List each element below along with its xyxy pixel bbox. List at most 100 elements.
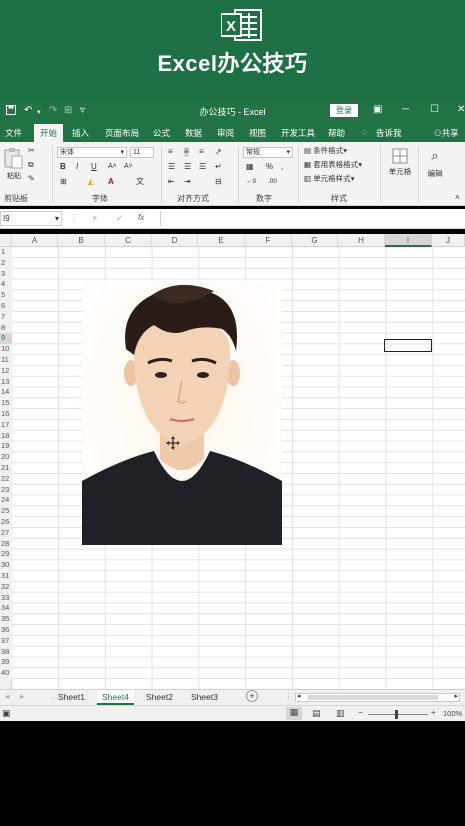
paste-button[interactable]: 粘贴 — [3, 147, 25, 187]
column-header[interactable]: C — [105, 234, 152, 247]
row-header[interactable]: 27 — [0, 527, 12, 539]
align-center-icon[interactable]: ☰ — [184, 162, 191, 172]
column-header[interactable]: H — [338, 234, 385, 247]
row-header[interactable]: 39 — [0, 657, 12, 669]
page-break-view-icon[interactable]: ▥ — [336, 708, 345, 719]
name-box[interactable]: I9 ▾ — [0, 211, 62, 226]
page-layout-view-icon[interactable]: ▤ — [312, 708, 321, 719]
cell-styles-button[interactable]: ▥ 单元格样式▾ — [304, 174, 354, 184]
borders-icon[interactable]: ⊞ — [60, 177, 67, 187]
row-header[interactable]: 2 — [0, 257, 12, 269]
conditional-format-button[interactable]: ▤ 条件格式▾ — [304, 146, 347, 156]
align-middle-icon[interactable]: ≡ — [184, 147, 189, 157]
tab-home[interactable]: 开始 — [34, 124, 64, 142]
row-header[interactable]: 11 — [0, 355, 12, 366]
minimize-icon[interactable]: ─ — [402, 104, 409, 116]
horizontal-scrollbar[interactable]: ◂ ▸ — [295, 693, 460, 702]
font-color-icon[interactable]: A — [108, 177, 114, 187]
format-painter-icon[interactable]: ✎ — [28, 174, 35, 184]
format-as-table-button[interactable]: ▦ 套用表格格式▾ — [304, 160, 362, 170]
align-right-icon[interactable]: ☰ — [199, 162, 206, 172]
align-left-icon[interactable]: ☰ — [168, 162, 175, 172]
row-header[interactable]: 3 — [0, 268, 12, 280]
fill-color-icon[interactable]: ◭ — [88, 177, 94, 187]
collapse-ribbon-icon[interactable]: ˄ — [455, 193, 460, 203]
zoom-in-icon[interactable]: + — [431, 708, 436, 717]
row-header[interactable]: 34 — [0, 603, 12, 615]
row-header[interactable]: 21 — [0, 463, 12, 474]
shrink-font-icon[interactable]: A˅ — [124, 162, 133, 172]
login-button[interactable]: 登录 — [330, 104, 358, 117]
split-handle-icon[interactable]: ⋮ — [284, 691, 293, 702]
row-header[interactable]: 24 — [0, 495, 12, 507]
wrap-text-icon[interactable]: ↵ — [215, 162, 222, 172]
underline-button[interactable]: U — [91, 162, 97, 172]
row-header[interactable]: 12 — [0, 365, 12, 377]
row-header[interactable]: 20 — [0, 452, 12, 463]
accounting-format-icon[interactable]: ▦ — [246, 162, 254, 172]
tab-view[interactable]: 视图 — [249, 127, 266, 139]
increase-indent-icon[interactable]: ⇥ — [184, 177, 191, 187]
share-button[interactable]: ⚇共享 — [434, 127, 459, 139]
row-header[interactable]: 18 — [0, 430, 12, 442]
sheet-tab-active[interactable]: Sheet4 — [97, 690, 134, 705]
tab-review[interactable]: 审阅 — [217, 127, 234, 139]
row-header[interactable]: 29 — [0, 549, 12, 561]
row-header[interactable]: 36 — [0, 625, 12, 636]
tab-file[interactable]: 文件 — [5, 127, 22, 139]
row-header[interactable]: 7 — [0, 311, 12, 323]
row-header[interactable]: 4 — [0, 279, 12, 291]
zoom-out-icon[interactable]: − — [358, 708, 363, 717]
ribbon-display-icon[interactable]: ▣ — [373, 104, 382, 116]
italic-button[interactable]: I — [76, 162, 78, 172]
cut-icon[interactable]: ✂ — [28, 146, 35, 156]
sheet-tab[interactable]: Sheet2 — [141, 690, 178, 705]
column-header[interactable]: J — [432, 234, 465, 247]
row-header[interactable]: 37 — [0, 635, 12, 647]
row-header[interactable]: 16 — [0, 409, 12, 420]
orientation-icon[interactable]: ↗ — [215, 147, 222, 157]
row-header[interactable]: 8 — [0, 322, 12, 334]
maximize-icon[interactable]: ☐ — [430, 104, 439, 116]
row-header[interactable]: 25 — [0, 506, 12, 517]
tab-help[interactable]: 帮助 — [328, 127, 345, 139]
enter-icon[interactable]: ✓ — [116, 213, 124, 224]
row-header[interactable]: 38 — [0, 646, 12, 658]
percent-icon[interactable]: % — [266, 162, 273, 172]
row-header[interactable]: 40 — [0, 668, 12, 679]
column-header[interactable]: F — [245, 234, 292, 247]
grow-font-icon[interactable]: A˄ — [108, 162, 117, 172]
number-format-select[interactable]: 常规 ▾ — [243, 147, 293, 158]
row-header[interactable]: 1 — [0, 247, 12, 258]
row-header[interactable]: 31 — [0, 571, 12, 582]
sheet-tab[interactable]: Sheet1 — [53, 690, 90, 705]
row-header[interactable]: 28 — [0, 538, 12, 550]
editing-button[interactable]: ⌕ 编辑 — [422, 148, 448, 188]
increase-decimal-icon[interactable]: ←0 — [246, 177, 256, 187]
column-header-selected[interactable]: I — [385, 234, 432, 247]
macro-record-icon[interactable]: ▣ — [2, 708, 11, 719]
scroll-sheets-right-icon[interactable]: ▸ — [20, 691, 24, 702]
row-header[interactable]: 32 — [0, 581, 12, 593]
insert-function-icon[interactable]: fx — [138, 213, 144, 222]
row-header[interactable]: 26 — [0, 517, 12, 528]
bold-button[interactable]: B — [60, 162, 66, 172]
tab-page-layout[interactable]: 页面布局 — [105, 127, 139, 139]
row-header[interactable]: 6 — [0, 301, 12, 312]
row-header[interactable]: 19 — [0, 441, 12, 453]
font-name-select[interactable]: 宋体 ▾ — [57, 147, 127, 158]
font-size-select[interactable]: 11 — [130, 147, 154, 158]
add-sheet-button[interactable]: + — [246, 690, 258, 702]
scroll-sheets-left-icon[interactable]: ◂ — [5, 691, 9, 702]
normal-view-icon[interactable]: ▦ — [286, 707, 302, 720]
zoom-slider[interactable] — [368, 710, 428, 719]
column-header[interactable]: D — [152, 234, 198, 247]
row-header[interactable]: 35 — [0, 614, 12, 625]
row-header[interactable]: 14 — [0, 387, 12, 399]
column-header[interactable]: G — [292, 234, 338, 247]
cancel-icon[interactable]: × — [92, 213, 97, 223]
decrease-decimal-icon[interactable]: .00 — [268, 177, 277, 187]
phonetic-icon[interactable]: 文 — [136, 177, 144, 187]
merge-center-icon[interactable]: ⊟ — [215, 177, 222, 187]
active-cell-cursor[interactable] — [384, 339, 432, 352]
